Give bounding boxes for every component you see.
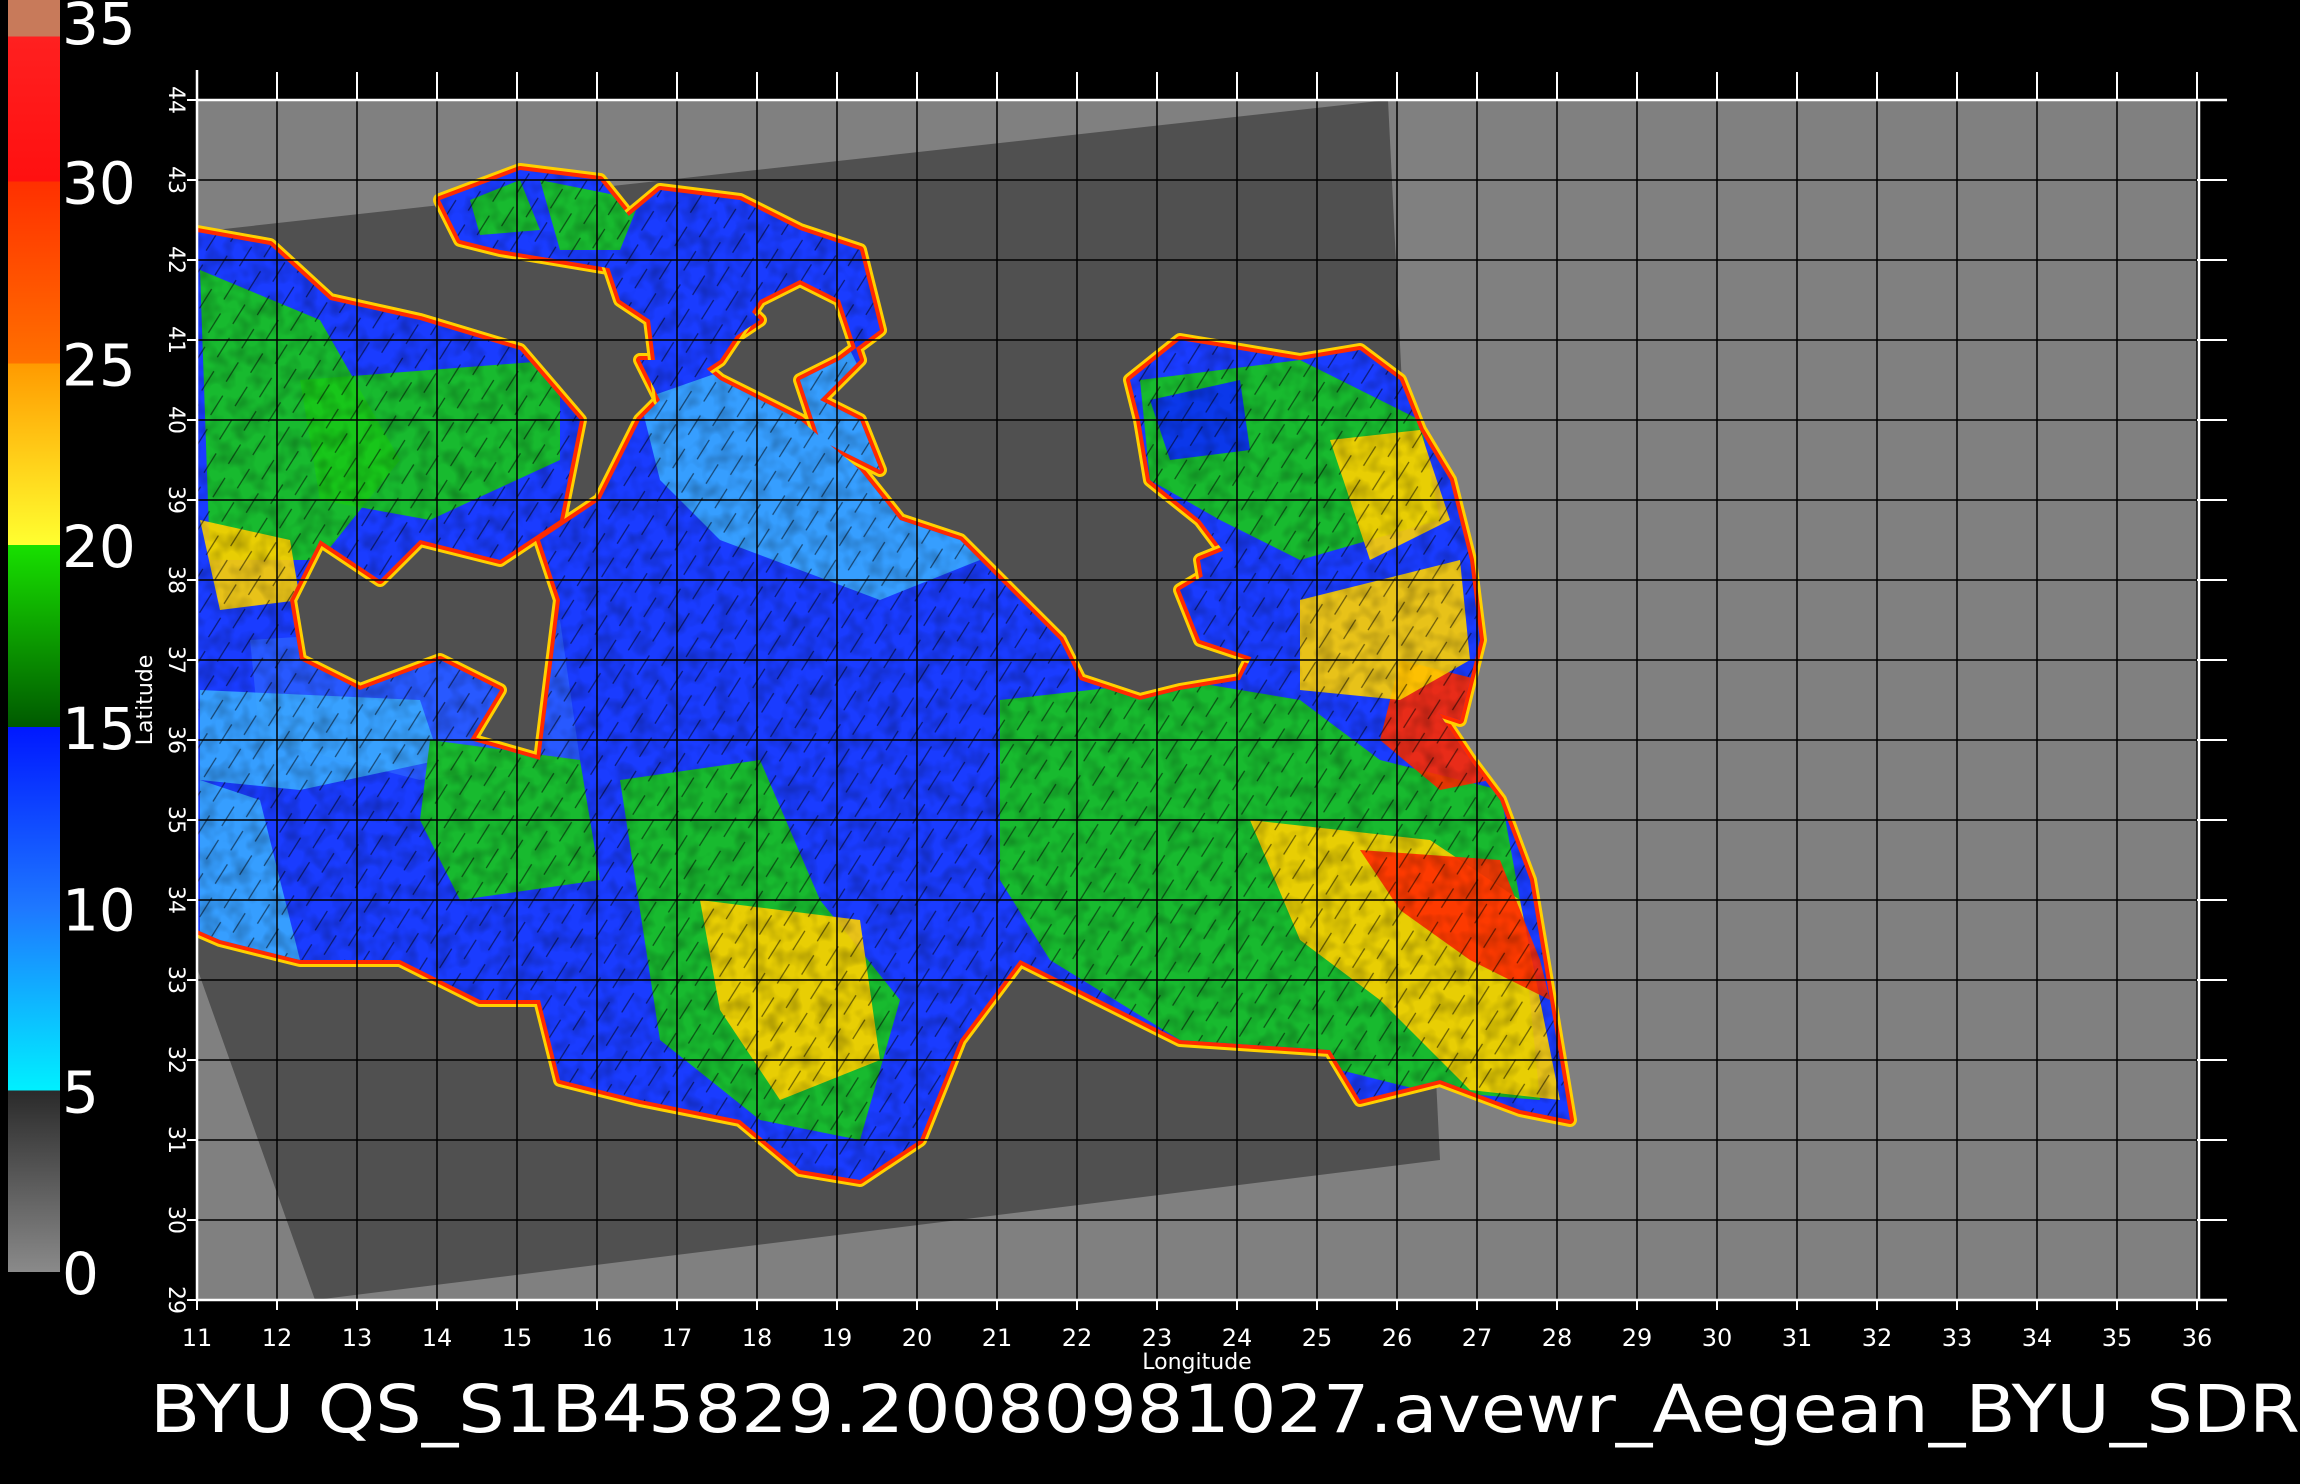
y-tick-label: 31 — [163, 1126, 188, 1154]
x-tick-label: 33 — [1942, 1324, 1973, 1352]
x-tick-label: 25 — [1302, 1324, 1333, 1352]
x-tick-label: 24 — [1222, 1324, 1253, 1352]
x-tick-label: 11 — [182, 1324, 213, 1352]
x-tick-label: 32 — [1862, 1324, 1893, 1352]
x-tick-label: 28 — [1542, 1324, 1573, 1352]
x-tick-label: 26 — [1382, 1324, 1413, 1352]
colorbar-label: 30 — [62, 150, 136, 218]
y-tick-label: 36 — [163, 726, 188, 754]
y-axis-label: Latitude — [133, 655, 158, 746]
x-tick-label: 34 — [2022, 1324, 2053, 1352]
x-tick-label: 16 — [582, 1324, 613, 1352]
x-tick-label: 20 — [902, 1324, 933, 1352]
x-tick-label: 21 — [982, 1324, 1013, 1352]
y-tick-label: 33 — [163, 966, 188, 994]
y-tick-label: 44 — [163, 86, 188, 114]
y-tick-label: 32 — [163, 1046, 188, 1074]
colorbar-label: 10 — [62, 877, 136, 945]
wind-map-figure: 11 12 13 14 15 16 17 18 19 20 21 22 23 24 25 26 27 28 29 30… — [8, 0, 2300, 1448]
colorbar-label: 25 — [62, 331, 136, 399]
x-tick-label: 29 — [1622, 1324, 1653, 1352]
x-tick-label: 19 — [822, 1324, 853, 1352]
x-tick-label: 30 — [1702, 1324, 1733, 1352]
colorbar-labels: 0 5 10 15 20 25 30 35 — [62, 0, 136, 1308]
x-tick-label: 18 — [742, 1324, 773, 1352]
y-tick-label: 37 — [163, 646, 188, 674]
colorbar-label: 35 — [62, 0, 136, 58]
x-tick-label: 23 — [1142, 1324, 1173, 1352]
x-tick-label: 27 — [1462, 1324, 1493, 1352]
x-tick-label: 12 — [262, 1324, 293, 1352]
y-tick-label: 41 — [163, 326, 188, 354]
x-tick-label: 17 — [662, 1324, 693, 1352]
colorbar-label: 20 — [62, 513, 136, 581]
y-tick-label: 38 — [163, 566, 188, 594]
y-tick-label: 34 — [163, 886, 188, 914]
y-tick-label: 35 — [163, 806, 188, 834]
y-tick-label: 42 — [163, 246, 188, 274]
y-tick-label: 39 — [163, 486, 188, 514]
y-tick-label: 29 — [163, 1286, 188, 1314]
colorbar-label: 0 — [62, 1240, 99, 1308]
x-tick-label: 14 — [422, 1324, 453, 1352]
x-tick-label: 22 — [1062, 1324, 1093, 1352]
file-caption: BYU QS_S1B45829.20080981027.avewr_Aegean… — [150, 1371, 2300, 1448]
y-tick-label: 43 — [163, 166, 188, 194]
colorbar: 0 5 10 15 20 25 30 35 — [8, 0, 136, 1308]
x-tick-label: 13 — [342, 1324, 373, 1352]
y-tick-label: 40 — [163, 406, 188, 434]
x-tick-label: 36 — [2182, 1324, 2213, 1352]
wind-map-view: 11 12 13 14 15 16 17 18 19 20 21 22 23 24 25 26 27 28 29 30… — [0, 0, 2300, 1480]
colorbar-label: 15 — [62, 695, 136, 763]
x-tick-label: 31 — [1782, 1324, 1813, 1352]
x-tick-label: 35 — [2102, 1324, 2133, 1352]
colorbar-label: 5 — [62, 1058, 99, 1126]
colorbar-scale — [8, 0, 60, 1272]
x-tick-label: 15 — [502, 1324, 533, 1352]
y-tick-label: 30 — [163, 1206, 188, 1234]
